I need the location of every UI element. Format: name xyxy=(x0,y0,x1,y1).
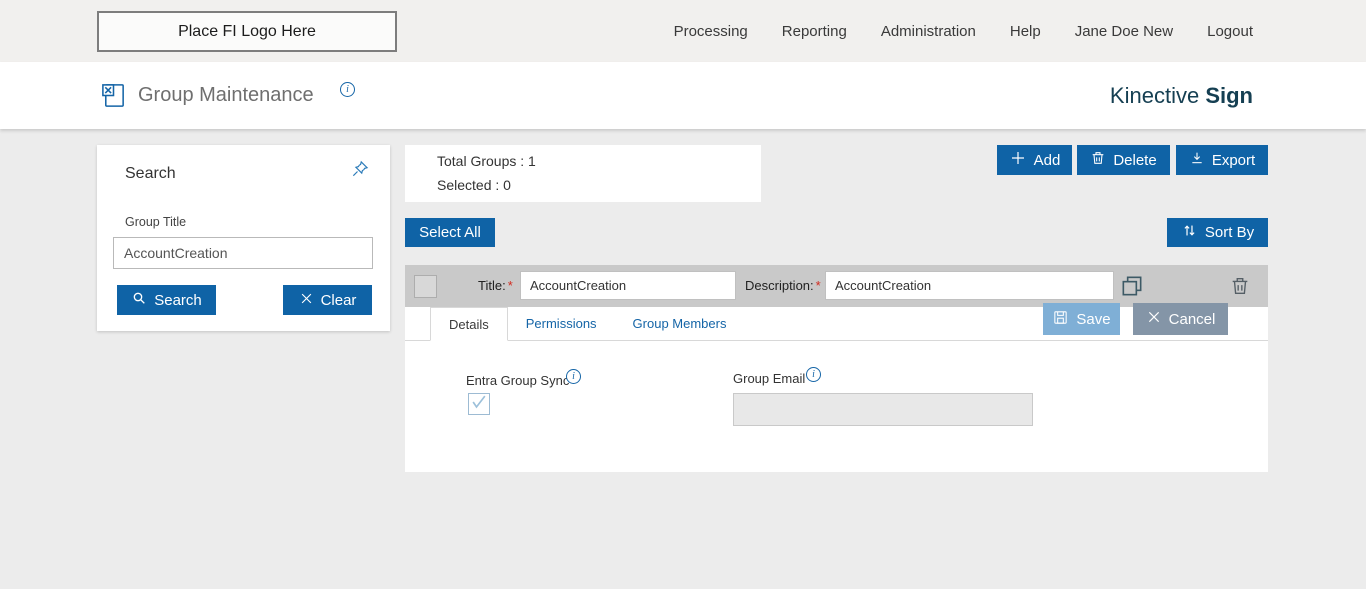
top-navigation: Processing Reporting Administration Help… xyxy=(674,0,1366,62)
group-email-input[interactable] xyxy=(733,393,1033,426)
group-detail-panel: Details Permissions Group Members Save C… xyxy=(405,307,1268,472)
group-email-info-icon[interactable]: i xyxy=(806,367,821,382)
export-button-label: Export xyxy=(1212,152,1255,169)
entra-group-sync-info-icon[interactable]: i xyxy=(566,369,581,384)
sort-by-button[interactable]: Sort By xyxy=(1167,218,1268,247)
clear-button[interactable]: Clear xyxy=(283,285,372,315)
row-checkbox[interactable] xyxy=(414,275,437,298)
plus-icon xyxy=(1009,149,1027,171)
brand-second: Sign xyxy=(1205,83,1253,108)
total-groups-count: Total Groups : 1 xyxy=(437,153,536,169)
search-panel: Search Group Title Search Clear xyxy=(97,145,390,331)
title-label-text: Title: xyxy=(478,278,506,293)
nav-help[interactable]: Help xyxy=(1010,23,1041,40)
nav-logout[interactable]: Logout xyxy=(1207,23,1253,40)
entra-group-sync-checkbox[interactable] xyxy=(468,393,490,415)
search-icon xyxy=(131,290,147,310)
checkmark-icon xyxy=(469,392,489,417)
title-label: Title:* xyxy=(478,278,513,293)
add-button-label: Add xyxy=(1034,152,1061,169)
group-title-label: Group Title xyxy=(125,215,186,229)
description-label: Description:* xyxy=(745,278,821,293)
cancel-x-icon xyxy=(1146,309,1162,329)
description-input[interactable] xyxy=(825,271,1114,300)
title-required-marker: * xyxy=(508,278,513,293)
nav-processing[interactable]: Processing xyxy=(674,23,748,40)
nav-reporting[interactable]: Reporting xyxy=(782,23,847,40)
group-email-label: Group Email xyxy=(733,371,805,386)
tab-permissions[interactable]: Permissions xyxy=(508,307,615,340)
sort-by-button-label: Sort By xyxy=(1205,224,1254,241)
nav-administration[interactable]: Administration xyxy=(881,23,976,40)
clear-button-label: Clear xyxy=(321,292,357,309)
brand-logo: Kinective Sign xyxy=(1110,83,1253,109)
select-all-button[interactable]: Select All xyxy=(405,218,495,247)
copy-icon[interactable] xyxy=(1119,273,1145,299)
cancel-button-label: Cancel xyxy=(1169,311,1216,328)
tab-details[interactable]: Details xyxy=(430,307,508,341)
search-button-label: Search xyxy=(154,292,202,309)
cancel-button[interactable]: Cancel xyxy=(1133,303,1228,335)
save-button-label: Save xyxy=(1076,311,1110,328)
search-button[interactable]: Search xyxy=(117,285,216,315)
save-button[interactable]: Save xyxy=(1043,303,1120,335)
delete-button-label: Delete xyxy=(1113,152,1156,169)
page-title-info-icon[interactable]: i xyxy=(340,82,355,97)
top-bar: Place FI Logo Here Processing Reporting … xyxy=(0,0,1366,62)
download-icon xyxy=(1189,150,1205,170)
add-button[interactable]: Add xyxy=(997,145,1072,175)
description-label-text: Description: xyxy=(745,278,814,293)
page-title: Group Maintenance xyxy=(138,84,314,107)
group-maintenance-icon xyxy=(100,82,127,109)
group-edit-row: Title:* Description:* xyxy=(405,265,1268,307)
search-panel-title: Search xyxy=(125,165,176,183)
save-disk-icon xyxy=(1052,309,1069,330)
brand-first: Kinective xyxy=(1110,83,1199,108)
group-summary-box: Total Groups : 1 Selected : 0 xyxy=(405,145,761,202)
page-header: Group Maintenance i Kinective Sign xyxy=(0,62,1366,129)
entra-group-sync-label: Entra Group Sync xyxy=(466,373,569,388)
selected-count: Selected : 0 xyxy=(437,177,511,193)
export-button[interactable]: Export xyxy=(1176,145,1268,175)
trash-icon xyxy=(1090,150,1106,170)
clear-x-icon xyxy=(299,291,314,310)
sort-arrows-icon xyxy=(1181,222,1198,243)
nav-user-name[interactable]: Jane Doe New xyxy=(1075,23,1173,40)
pin-icon[interactable] xyxy=(350,159,370,179)
delete-button[interactable]: Delete xyxy=(1077,145,1170,175)
tab-group-members[interactable]: Group Members xyxy=(615,307,745,340)
row-trash-icon[interactable] xyxy=(1229,274,1251,298)
group-title-input[interactable] xyxy=(113,237,373,269)
title-input[interactable] xyxy=(520,271,736,300)
description-required-marker: * xyxy=(816,278,821,293)
fi-logo-placeholder[interactable]: Place FI Logo Here xyxy=(97,11,397,52)
